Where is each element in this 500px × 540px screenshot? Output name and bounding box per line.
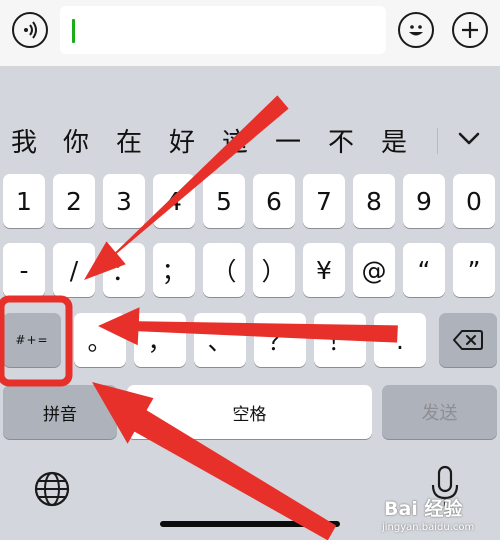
- backspace-key[interactable]: [439, 313, 497, 367]
- key-slash[interactable]: /: [53, 243, 95, 297]
- key-label: 1: [16, 186, 32, 216]
- key-label: 8: [366, 186, 382, 216]
- symbols-toggle-key[interactable]: #+=: [3, 313, 61, 367]
- backspace-icon: [453, 330, 483, 350]
- candidate-item[interactable]: 好: [166, 122, 198, 159]
- key-colon[interactable]: ：: [103, 243, 145, 297]
- key-label: 0: [466, 186, 482, 216]
- candidate-bar: 我 你 在 好 这 一 不 是: [0, 112, 500, 166]
- candidate-item[interactable]: 不: [325, 122, 357, 159]
- key-7[interactable]: 7: [303, 174, 345, 228]
- key-4[interactable]: 4: [153, 174, 195, 228]
- key-label: 。: [87, 327, 113, 356]
- send-key[interactable]: 发送: [382, 385, 497, 439]
- key-label: 空格: [232, 404, 267, 425]
- text-cursor: [72, 19, 75, 43]
- key-period-cn[interactable]: 。: [74, 313, 126, 367]
- key-enumeration-comma[interactable]: 、: [194, 313, 246, 367]
- key-8[interactable]: 8: [353, 174, 395, 228]
- key-exclamation[interactable]: ！: [314, 313, 366, 367]
- key-label: #+=: [15, 333, 49, 347]
- key-label: /: [69, 255, 79, 285]
- key-label: ”: [467, 255, 481, 285]
- key-label: 拼音: [43, 404, 77, 425]
- key-label: “: [417, 255, 431, 285]
- key-yen[interactable]: ¥: [303, 243, 345, 297]
- key-label: 2: [66, 186, 82, 216]
- watermark-url: jingyan.baidu.com: [382, 522, 475, 533]
- key-label: ！: [327, 327, 353, 356]
- candidate-item[interactable]: 这: [219, 122, 251, 159]
- voice-icon[interactable]: [12, 12, 48, 48]
- key-label: 发送: [421, 403, 458, 424]
- key-label: ）: [261, 257, 287, 286]
- key-at[interactable]: @: [353, 243, 395, 297]
- globe-icon[interactable]: [33, 470, 71, 508]
- candidate-divider: [437, 128, 438, 154]
- baidu-jingyan-watermark: Bai 经验 jingyan.baidu.com: [380, 492, 498, 538]
- key-0[interactable]: 0: [453, 174, 495, 228]
- key-label: 5: [216, 186, 232, 216]
- key-label: 、: [207, 327, 233, 356]
- pinyin-key[interactable]: 拼音: [3, 385, 117, 439]
- key-question[interactable]: ？: [254, 313, 306, 367]
- candidate-item[interactable]: 你: [60, 122, 92, 159]
- key-left-paren[interactable]: （: [203, 243, 245, 297]
- key-label: （: [211, 257, 237, 286]
- plus-icon[interactable]: [452, 12, 488, 48]
- space-key[interactable]: 空格: [127, 385, 372, 439]
- key-label: 7: [316, 186, 332, 216]
- key-9[interactable]: 9: [403, 174, 445, 228]
- home-indicator: [160, 521, 340, 527]
- key-label: ？: [267, 327, 293, 356]
- key-2[interactable]: 2: [53, 174, 95, 228]
- key-1[interactable]: 1: [3, 174, 45, 228]
- watermark-logo-text: Bai 经验: [384, 498, 463, 520]
- key-label: ¥: [316, 255, 332, 285]
- key-label: ，: [147, 327, 173, 356]
- key-label: ：: [111, 257, 137, 286]
- key-left-quote[interactable]: “: [403, 243, 445, 297]
- key-5[interactable]: 5: [203, 174, 245, 228]
- key-label: @: [361, 255, 387, 285]
- key-semicolon[interactable]: ；: [153, 243, 195, 297]
- key-label: .: [396, 325, 404, 355]
- key-3[interactable]: 3: [103, 174, 145, 228]
- key-right-paren[interactable]: ）: [253, 243, 295, 297]
- key-label: 3: [116, 186, 132, 216]
- key-right-quote[interactable]: ”: [453, 243, 495, 297]
- key-label: 6: [266, 186, 282, 216]
- key-comma-cn[interactable]: ，: [134, 313, 186, 367]
- message-input[interactable]: [60, 6, 386, 54]
- chevron-down-icon[interactable]: [454, 126, 484, 152]
- chat-input-bar: [0, 0, 500, 67]
- key-dot[interactable]: .: [374, 313, 426, 367]
- candidate-item[interactable]: 在: [113, 122, 145, 159]
- key-label: 4: [166, 186, 182, 216]
- candidate-item[interactable]: 我: [8, 122, 40, 159]
- candidate-item[interactable]: 一: [272, 122, 304, 159]
- candidate-item[interactable]: 是: [378, 122, 410, 159]
- key-label: ；: [161, 257, 187, 286]
- emoji-icon[interactable]: [398, 12, 434, 48]
- key-label: -: [19, 255, 29, 285]
- key-label: 9: [416, 186, 432, 216]
- key-hyphen[interactable]: -: [3, 243, 45, 297]
- key-6[interactable]: 6: [253, 174, 295, 228]
